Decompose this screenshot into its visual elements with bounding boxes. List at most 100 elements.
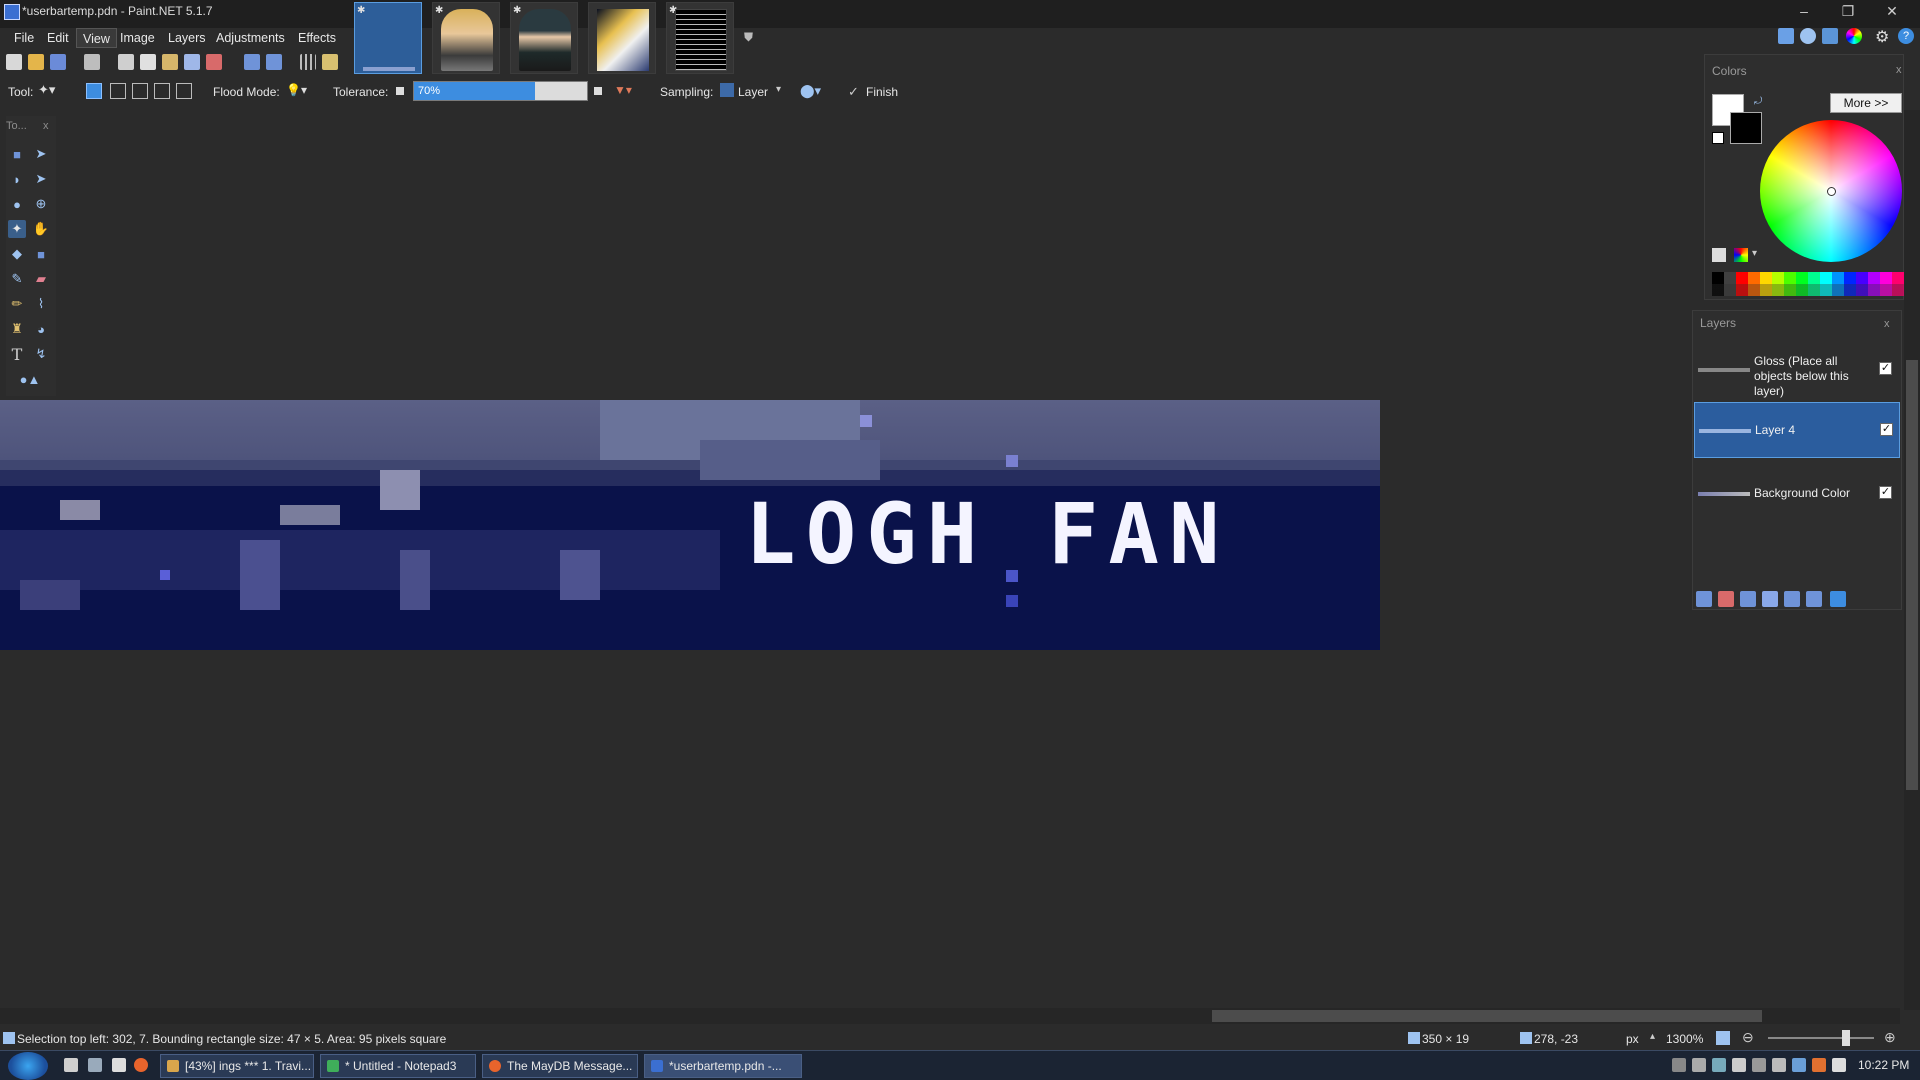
tolerance-increase-icon[interactable] [594,87,602,95]
palette-swatch[interactable] [1748,272,1760,296]
image-canvas[interactable]: LOGH FAN [0,400,1380,650]
line-curve-tool-icon[interactable]: ↯ [32,345,50,363]
palette-swatch[interactable] [1772,272,1784,296]
zoom-slider-thumb[interactable] [1842,1030,1850,1046]
palette-swatch[interactable] [1880,272,1892,296]
menu-edit[interactable]: Edit [41,28,75,48]
reset-colors-icon[interactable] [1712,132,1724,144]
sampling-value[interactable]: Layer [738,85,768,99]
selection-mode-union-icon[interactable] [110,83,126,99]
palette-swatch[interactable] [1892,272,1904,296]
quick-launch-icon[interactable] [64,1058,78,1072]
horizontal-scroll-thumb[interactable] [1212,1010,1762,1022]
menu-layers[interactable]: Layers [162,28,212,48]
tray-network-icon[interactable] [1692,1058,1706,1072]
quick-launch-icon[interactable] [88,1058,102,1072]
recolor-tool-icon[interactable]: ◕ [32,320,50,338]
zoom-out-icon[interactable]: ⊖ [1742,1029,1754,1046]
tray-app-icon[interactable] [1832,1058,1846,1072]
selection-mode-invert-icon[interactable] [176,83,192,99]
merge-layer-down-icon[interactable] [1762,591,1778,607]
taskbar-item-notepad3[interactable]: * Untitled - Notepad3 [320,1054,476,1078]
layer-visibility-checkbox[interactable]: ✓ [1880,423,1893,436]
history-toggle-icon[interactable] [1800,28,1816,44]
tray-steam-icon[interactable] [1792,1058,1806,1072]
palette-swatch[interactable] [1784,272,1796,296]
delete-layer-icon[interactable] [1718,591,1734,607]
add-to-palette-icon[interactable] [1712,248,1726,262]
menu-effects[interactable]: Effects [292,28,342,48]
palette-swatch[interactable] [1832,272,1844,296]
swap-colors-icon[interactable]: ⤾ [1754,96,1762,107]
move-layer-down-icon[interactable] [1806,591,1822,607]
pencil-tool-icon[interactable]: ✏ [8,295,26,313]
layer-row-layer-4[interactable]: Layer 4 ✓ [1694,402,1900,458]
deselect-icon[interactable] [206,54,222,70]
image-tab-4[interactable] [588,2,656,74]
restore-button[interactable]: ❐ [1826,0,1870,22]
text-tool-icon[interactable]: T [8,345,26,364]
palette-swatch[interactable] [1868,272,1880,296]
undo-icon[interactable] [244,54,260,70]
unit-selector[interactable]: px [1626,1032,1639,1046]
clone-stamp-tool-icon[interactable]: ♜ [8,320,26,338]
layer-visibility-checkbox[interactable]: ✓ [1879,362,1892,375]
blend-mode-dropdown-icon[interactable]: ▼▾ [614,83,642,99]
layers-panel-close[interactable]: x [1884,318,1890,330]
image-tab-2[interactable]: ✱ [432,2,500,74]
image-tab-3[interactable]: ✱ [510,2,578,74]
paint-bucket-tool-icon[interactable]: ◆ [8,245,26,263]
image-tab-userbartemp[interactable]: ✱ [354,2,422,74]
palette-swatch[interactable] [1820,272,1832,296]
secondary-color-swatch[interactable] [1730,112,1762,144]
tolerance-slider[interactable]: 70% [413,81,588,101]
palette-swatch[interactable] [1856,272,1868,296]
layer-visibility-checkbox[interactable]: ✓ [1879,486,1892,499]
copy-icon[interactable] [140,54,156,70]
duplicate-layer-icon[interactable] [1740,591,1756,607]
palette-swatch[interactable] [1736,272,1748,296]
ruler-icon[interactable] [322,54,338,70]
palette-swatch[interactable] [1808,272,1820,296]
zoom-in-icon[interactable]: ⊕ [1884,1029,1896,1046]
selection-mode-exclude-icon[interactable] [132,83,148,99]
palette-swatch[interactable] [1844,272,1856,296]
ellipse-select-tool-icon[interactable]: ● [8,195,26,213]
palette-swatch[interactable] [1724,272,1736,296]
layer-row-gloss[interactable]: Gloss (Place all objects below this laye… [1694,342,1900,398]
image-tab-5[interactable]: ✱ [666,2,734,74]
lasso-select-tool-icon[interactable]: ◗ [8,170,26,188]
new-file-icon[interactable] [6,54,22,70]
move-selected-pixels-tool-icon[interactable]: ➤ [32,145,50,163]
paste-icon[interactable] [162,54,178,70]
taskbar-item-paintnet[interactable]: *userbartemp.pdn -... [644,1054,802,1078]
tray-display-icon[interactable] [1752,1058,1766,1072]
redo-icon[interactable] [266,54,282,70]
pan-tool-icon[interactable]: ✋ [32,220,50,238]
quick-launch-icon[interactable] [112,1058,126,1072]
move-selection-tool-icon[interactable]: ➤ [32,170,50,188]
unit-dropdown-icon[interactable]: ▴ [1650,1031,1655,1042]
print-icon[interactable] [84,54,100,70]
vertical-scroll-thumb[interactable] [1906,360,1918,790]
color-picker-tool-icon[interactable]: ⌇ [32,295,50,313]
taskbar-clock[interactable]: 10:22 PM [1858,1058,1909,1072]
magic-wand-tool-icon[interactable]: ✦▾ [38,82,62,100]
more-colors-button[interactable]: More >> [1830,93,1902,113]
tray-volume-icon[interactable] [1732,1058,1746,1072]
zoom-to-window-icon[interactable] [1716,1031,1730,1045]
tray-app-icon[interactable] [1772,1058,1786,1072]
zoom-level[interactable]: 1300% [1666,1032,1703,1046]
tray-app-icon[interactable] [1812,1058,1826,1072]
layer-properties-icon[interactable] [1830,591,1846,607]
color-wheel-cursor[interactable] [1827,187,1836,196]
tray-keyboard-icon[interactable] [1672,1058,1686,1072]
grid-icon[interactable] [300,54,316,70]
selection-mode-intersect-icon[interactable] [154,83,170,99]
minimize-button[interactable]: – [1782,0,1826,22]
crop-to-selection-icon[interactable] [184,54,200,70]
tools-panel-close[interactable]: x [43,120,49,132]
tools-toggle-icon[interactable] [1778,28,1794,44]
menu-view[interactable]: View [76,28,117,48]
paintbrush-tool-icon[interactable]: ✎ [8,270,26,288]
